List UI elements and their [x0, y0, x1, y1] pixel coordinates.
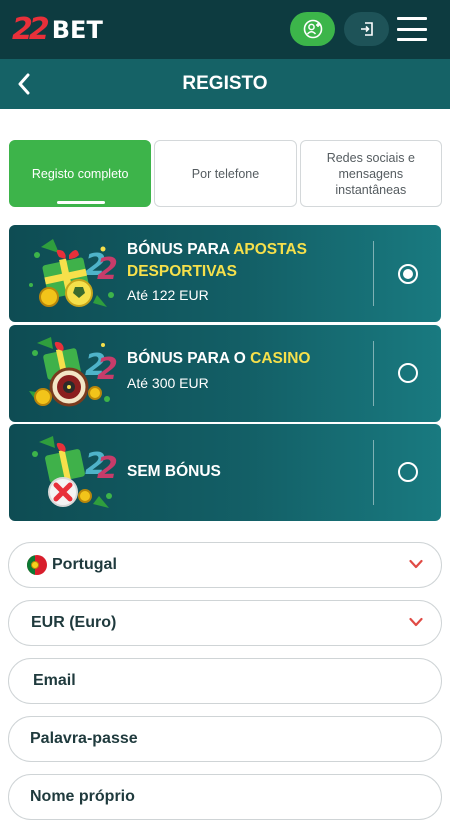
back-button[interactable] [12, 71, 36, 97]
casino-bonus-roulette-icon: 2 2 [29, 337, 118, 407]
svg-text:2: 2 [97, 352, 118, 387]
bonus-radio[interactable] [398, 363, 418, 383]
login-icon [360, 22, 373, 36]
bonus-divider [373, 341, 374, 406]
password-field[interactable]: Palavra-passe [8, 716, 442, 762]
active-tab-indicator [57, 201, 105, 204]
bonus-divider [373, 241, 374, 306]
tab-full-registration[interactable]: Registo completo [9, 140, 152, 207]
svg-text:2: 2 [97, 451, 118, 486]
login-button[interactable] [344, 12, 389, 46]
tab-social-networks[interactable]: Redes sociais e mensagens instantâneas [299, 140, 442, 207]
logo-text: BET [51, 16, 103, 44]
hamburger-menu-icon[interactable] [397, 17, 427, 41]
bonus-radio-selected[interactable] [398, 264, 418, 284]
country-select[interactable]: Portugal [8, 542, 442, 588]
sports-bonus-gift-icon: 2 2 [29, 239, 118, 307]
registration-tabs: Registo completo Por telefone Redes soci… [9, 140, 442, 207]
top-bar: 22 BET [0, 0, 450, 59]
bonus-option-casino[interactable]: 2 2 BÓNUS PARA O CASINO Até 300 EUR [9, 325, 441, 422]
email-placeholder: Email [33, 672, 76, 689]
tab-label: Por telefone [191, 166, 260, 181]
country-value: Portugal [52, 556, 117, 573]
logo-number: 22 [12, 12, 50, 47]
currency-value: EUR (Euro) [31, 614, 117, 631]
currency-select[interactable]: EUR (Euro) [8, 600, 442, 646]
bonus-amount: Até 122 EUR [127, 287, 209, 303]
bonus-option-none[interactable]: 2 2 SEM BÓNUS [9, 424, 441, 521]
bonus-option-sports[interactable]: 2 2 BÓNUS PARA APOSTAS DESPORTIVAS Até 1… [9, 225, 441, 322]
portugal-flag-icon [27, 555, 47, 575]
tab-by-phone[interactable]: Por telefone [154, 140, 297, 207]
first-name-field[interactable]: Nome próprio [8, 774, 442, 820]
register-user-button[interactable] [290, 12, 335, 46]
tab-label: Registo completo [31, 166, 129, 181]
bonus-title: SEM BÓNUS [127, 463, 221, 480]
logo[interactable]: 22 BET [12, 14, 103, 46]
bonus-title: BÓNUS PARA APOSTAS DESPORTIVAS [127, 241, 307, 280]
no-bonus-gift-icon: 2 2 [32, 436, 118, 508]
bonus-divider [373, 440, 374, 505]
bonus-radio[interactable] [398, 462, 418, 482]
svg-text:2: 2 [97, 252, 118, 287]
bonus-title: BÓNUS PARA O CASINO [127, 350, 311, 367]
page-title: REGISTO [182, 73, 268, 94]
first-name-placeholder: Nome próprio [30, 788, 135, 805]
page-header: REGISTO [0, 59, 450, 109]
chevron-left-icon [18, 73, 30, 95]
chevron-down-icon [409, 617, 423, 627]
password-placeholder: Palavra-passe [30, 730, 138, 747]
tab-label: Redes sociais e mensagens instantâneas [326, 150, 415, 197]
bonus-amount: Até 300 EUR [127, 375, 209, 391]
chevron-down-icon [409, 559, 423, 569]
email-field[interactable]: Email [8, 658, 442, 704]
bonus-title-highlight: CASINO [250, 350, 311, 367]
user-add-icon [303, 19, 322, 39]
